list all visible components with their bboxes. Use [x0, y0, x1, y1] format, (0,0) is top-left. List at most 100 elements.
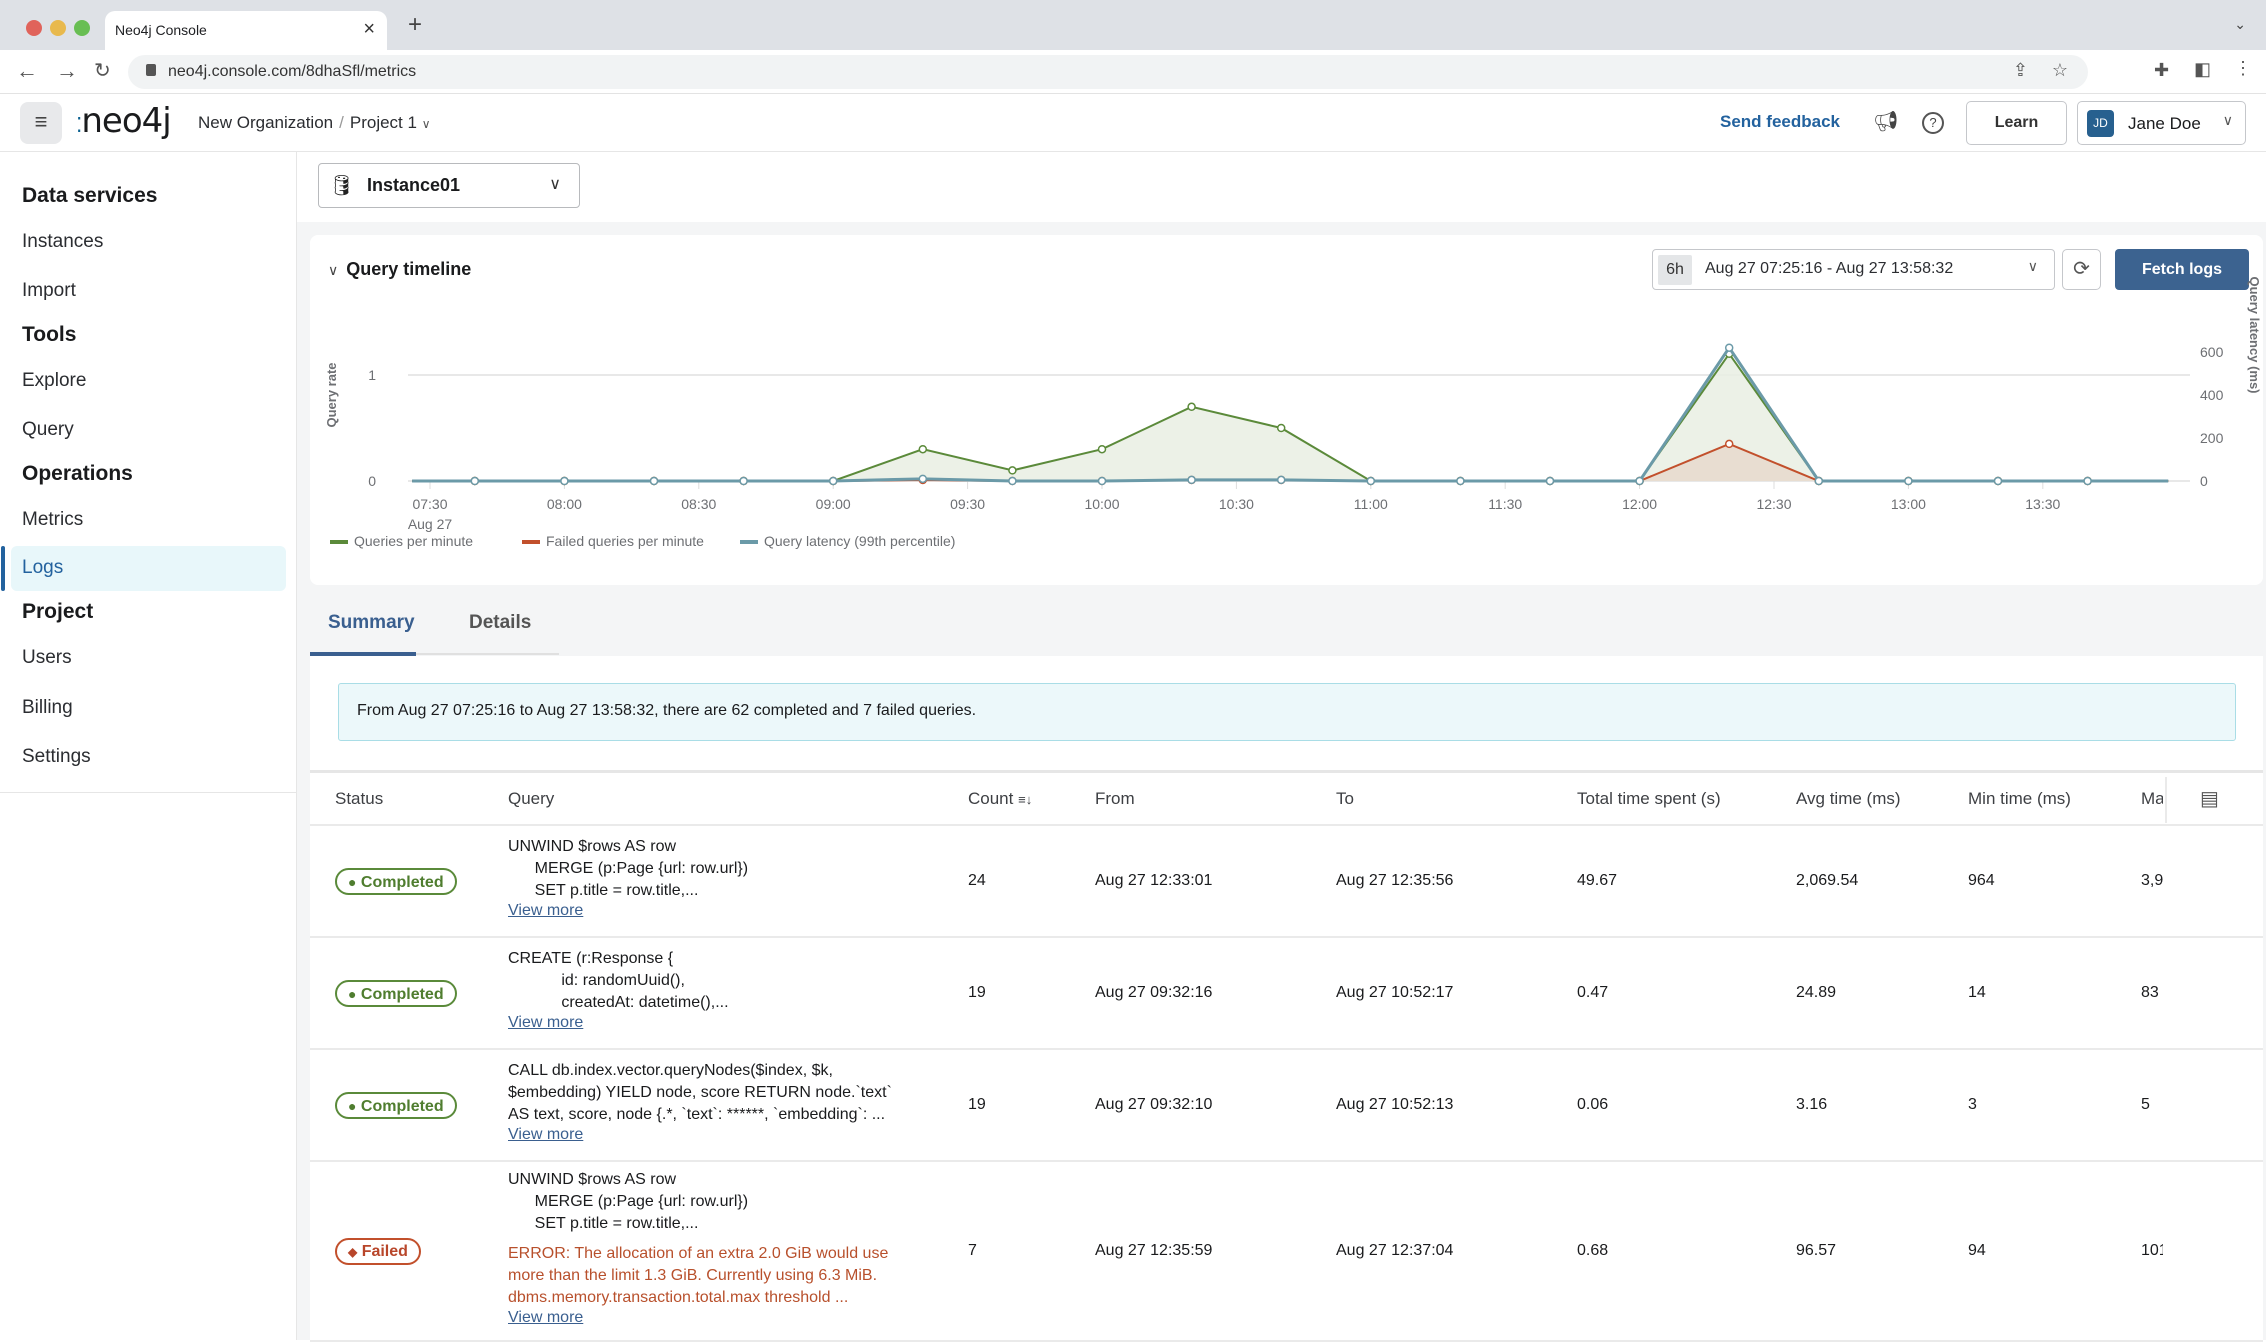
- table-columns-icon[interactable]: ▤: [2200, 786, 2219, 811]
- completed-dot-icon: ●: [348, 986, 357, 1002]
- col-status[interactable]: Status: [335, 789, 383, 809]
- col-total-time[interactable]: Total time spent (s): [1577, 789, 1721, 809]
- x-tick-label: 10:30: [1219, 496, 1254, 512]
- browser-tab[interactable]: Neo4j Console ×: [105, 11, 387, 50]
- sidebar-item-instances[interactable]: Instances: [22, 231, 103, 253]
- total-time-cell: 0.68: [1577, 1242, 1609, 1259]
- to-cell: Aug 27 12:37:04: [1336, 1242, 1454, 1259]
- min-time-cell: 964: [1968, 872, 1995, 889]
- x-date-label: Aug 27: [408, 516, 453, 532]
- sidebar-divider: [0, 792, 297, 793]
- table-row[interactable]: ● Completed CREATE (r:Response { id: rand…: [310, 938, 2263, 1050]
- summary-banner: From Aug 27 07:25:16 to Aug 27 13:58:32,…: [338, 683, 2236, 741]
- to-cell: Aug 27 10:52:13: [1336, 1096, 1454, 1113]
- x-tick-label: 09:00: [816, 496, 851, 512]
- reload-icon[interactable]: ↻: [94, 58, 111, 83]
- window-minimize-button[interactable]: [50, 20, 66, 36]
- total-time-cell: 49.67: [1577, 872, 1618, 889]
- data-point: [1724, 343, 1734, 352]
- sidebar-item-users[interactable]: Users: [22, 647, 72, 669]
- browser-menu-icon[interactable]: ⋮: [2234, 58, 2252, 79]
- sidebar-item-settings[interactable]: Settings: [22, 746, 91, 768]
- data-point: [1276, 475, 1286, 485]
- side-panel-icon[interactable]: ◧: [2194, 59, 2211, 80]
- address-bar-row: ← → ↻ neo4j.console.com/8dhaSfl/metrics …: [0, 50, 2266, 94]
- sidebar-item-import[interactable]: Import: [22, 280, 76, 302]
- help-icon[interactable]: ?: [1922, 112, 1944, 134]
- x-tick-label: 13:30: [2025, 496, 2060, 512]
- megaphone-icon[interactable]: 📢︎: [1873, 109, 1898, 134]
- col-from[interactable]: From: [1095, 789, 1135, 809]
- y-right-axis-label: Query latency (ms): [2247, 276, 2262, 393]
- user-name: Jane Doe: [2128, 114, 2201, 133]
- new-tab-icon[interactable]: +: [408, 11, 422, 39]
- col-count[interactable]: Count ≡↓: [968, 789, 1032, 809]
- url-bar[interactable]: neo4j.console.com/8dhaSfl/metrics ⇪ ☆: [128, 55, 2088, 89]
- forward-icon[interactable]: →: [56, 58, 78, 84]
- table-row[interactable]: ● Completed UNWIND $rows AS row MERGE (p:…: [310, 826, 2263, 938]
- back-icon[interactable]: ←: [16, 58, 38, 84]
- table-row[interactable]: ◆ Failed UNWIND $rows AS row MERGE (p:Pag…: [310, 1162, 2263, 1342]
- breadcrumb-project[interactable]: Project 1: [350, 113, 417, 132]
- max-time-cell: 3,9: [2141, 872, 2163, 889]
- sidebar-item-billing[interactable]: Billing: [22, 697, 73, 719]
- data-point: [2083, 476, 2092, 486]
- col-avg-time[interactable]: Avg time (ms): [1796, 789, 1901, 809]
- legend-swatch: [740, 540, 758, 544]
- legend-label: Queries per minute: [354, 533, 473, 549]
- status-badge: ◆ Failed: [335, 1238, 421, 1265]
- sidebar-section-project: Project: [22, 600, 94, 623]
- col-min-time[interactable]: Min time (ms): [1968, 789, 2071, 809]
- sidebar-item-logs[interactable]: Logs: [22, 557, 63, 579]
- extensions-puzzle-icon[interactable]: ✚: [2154, 60, 2169, 81]
- col-query[interactable]: Query: [508, 789, 554, 809]
- tab-details[interactable]: Details: [469, 612, 531, 634]
- user-menu-button[interactable]: JD Jane Doe ∨: [2077, 101, 2246, 145]
- sidebar-item-explore[interactable]: Explore: [22, 370, 86, 392]
- col-to[interactable]: To: [1336, 789, 1354, 809]
- view-more-link[interactable]: View more: [508, 1309, 583, 1327]
- instance-selector[interactable]: 🛢︎ Instance01 ∨: [318, 163, 580, 208]
- from-cell: Aug 27 09:32:10: [1095, 1096, 1213, 1113]
- instance-bar: [297, 152, 2266, 222]
- min-time-cell: 94: [1968, 1242, 1986, 1259]
- share-icon[interactable]: ⇪: [2013, 60, 2028, 81]
- avg-time-cell: 3.16: [1796, 1096, 1828, 1113]
- col-max-time[interactable]: Ma: [2141, 789, 2163, 809]
- data-point: [1814, 476, 1824, 486]
- y-right-tick-label: 0: [2200, 473, 2208, 489]
- data-point: [1635, 476, 1644, 486]
- sort-descending-icon[interactable]: ≡↓: [1018, 792, 1032, 807]
- browser-tab-strip: Neo4j Console × + ⌄: [0, 0, 2266, 50]
- window-close-button[interactable]: [26, 20, 42, 36]
- x-tick-label: 08:00: [547, 496, 582, 512]
- hamburger-menu-button[interactable]: ≡: [20, 102, 62, 144]
- x-tick-label: 08:30: [681, 496, 716, 512]
- max-time-cell: 5: [2141, 1096, 2150, 1113]
- view-more-link[interactable]: View more: [508, 1014, 583, 1032]
- tab-search-chevron-icon[interactable]: ⌄: [2234, 16, 2246, 33]
- bookmark-star-icon[interactable]: ☆: [2052, 60, 2068, 81]
- table-row[interactable]: ● Completed CALL db.index.vector.queryNod…: [310, 1050, 2263, 1162]
- sidebar-item-metrics[interactable]: Metrics: [22, 509, 83, 531]
- data-point: [1187, 402, 1196, 412]
- project-chevron-down-icon[interactable]: ∨: [422, 117, 431, 131]
- data-point: [1904, 476, 1913, 486]
- breadcrumb: New Organization / Project 1 ∨: [198, 113, 431, 132]
- sidebar-item-query[interactable]: Query: [22, 419, 74, 441]
- learn-button[interactable]: Learn: [1966, 101, 2067, 145]
- chevron-down-icon: ∨: [549, 176, 561, 193]
- query-text: CALL db.index.vector.queryNodes($index, …: [508, 1062, 892, 1123]
- view-more-link[interactable]: View more: [508, 1126, 583, 1144]
- window-maximize-button[interactable]: [74, 20, 90, 36]
- close-tab-icon[interactable]: ×: [363, 18, 375, 41]
- legend-swatch: [330, 540, 348, 544]
- send-feedback-link[interactable]: Send feedback: [1720, 112, 1840, 132]
- legend-label: Query latency (99th percentile): [764, 533, 955, 549]
- tab-summary[interactable]: Summary: [328, 612, 415, 634]
- neo4j-logo[interactable]: ⁚neo4j: [76, 101, 172, 141]
- view-more-link[interactable]: View more: [508, 902, 583, 920]
- breadcrumb-org[interactable]: New Organization: [198, 113, 333, 132]
- url-text[interactable]: neo4j.console.com/8dhaSfl/metrics: [168, 63, 416, 81]
- data-point: [1276, 423, 1286, 433]
